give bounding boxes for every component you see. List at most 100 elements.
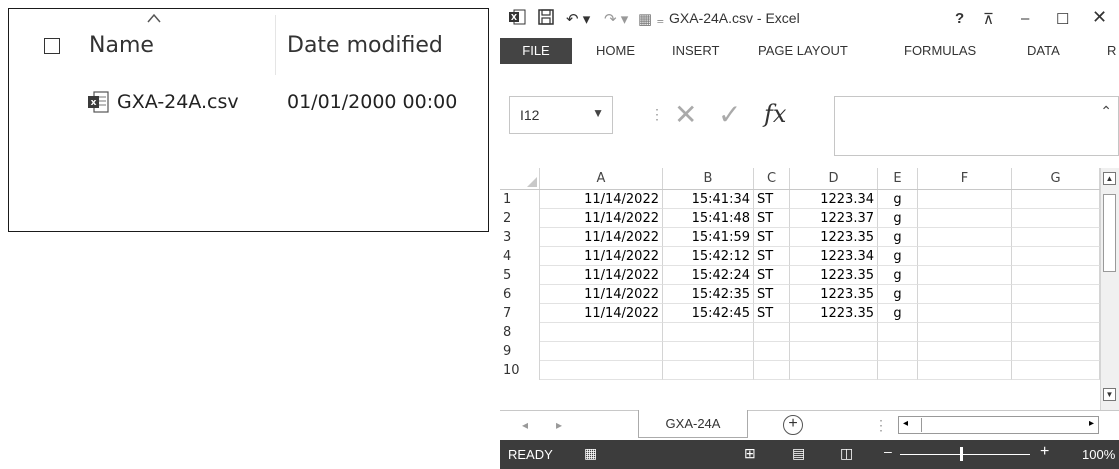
column-header-e[interactable]: E: [878, 168, 918, 189]
cell-a7[interactable]: 11/14/2022: [540, 304, 663, 323]
tab-home[interactable]: HOME: [596, 38, 635, 64]
tab-page-layout[interactable]: PAGE LAYOUT: [758, 38, 848, 64]
name-box[interactable]: I12 ▼: [509, 96, 613, 134]
cell-b1[interactable]: 15:41:34: [663, 190, 754, 209]
row-header[interactable]: 2: [500, 209, 540, 228]
tab-insert[interactable]: INSERT: [672, 38, 719, 64]
row-header[interactable]: 10: [500, 361, 540, 380]
cell-e6[interactable]: g: [878, 285, 918, 304]
row-header[interactable]: 8: [500, 323, 540, 342]
collapse-formula-bar-icon[interactable]: ⌃: [1100, 103, 1112, 120]
cell-b9[interactable]: [663, 342, 754, 361]
tab-data[interactable]: DATA: [1027, 38, 1060, 64]
cell-d6[interactable]: 1223.35: [790, 285, 878, 304]
scroll-down-icon[interactable]: ▼: [1103, 388, 1116, 401]
sheet-tab[interactable]: GXA-24A: [638, 410, 748, 438]
cell-d5[interactable]: 1223.35: [790, 266, 878, 285]
cell-g9[interactable]: [1012, 342, 1100, 361]
scroll-left-icon[interactable]: ◂: [903, 418, 908, 429]
cell-g6[interactable]: [1012, 285, 1100, 304]
zoom-slider-knob[interactable]: [960, 447, 963, 461]
cell-f1[interactable]: [918, 190, 1012, 209]
cell-c2[interactable]: ST: [754, 209, 790, 228]
cell-b6[interactable]: 15:42:35: [663, 285, 754, 304]
normal-view-icon[interactable]: ⊞: [744, 445, 756, 462]
cell-f2[interactable]: [918, 209, 1012, 228]
undo-icon[interactable]: ↶ ▾: [566, 10, 590, 28]
redo-icon[interactable]: ↷ ▾: [604, 10, 628, 28]
cell-b7[interactable]: 15:42:45: [663, 304, 754, 323]
cell-f9[interactable]: [918, 342, 1012, 361]
cell-f5[interactable]: [918, 266, 1012, 285]
cell-c4[interactable]: ST: [754, 247, 790, 266]
chevron-down-icon[interactable]: ▼: [592, 106, 604, 120]
cell-e2[interactable]: g: [878, 209, 918, 228]
cell-d10[interactable]: [790, 361, 878, 380]
cell-a4[interactable]: 11/14/2022: [540, 247, 663, 266]
cell-b8[interactable]: [663, 323, 754, 342]
cell-a5[interactable]: 11/14/2022: [540, 266, 663, 285]
cell-c9[interactable]: [754, 342, 790, 361]
row-header[interactable]: 1: [500, 190, 540, 209]
cell-e9[interactable]: [878, 342, 918, 361]
cell-a2[interactable]: 11/14/2022: [540, 209, 663, 228]
page-layout-view-icon[interactable]: ▤: [792, 445, 805, 462]
horizontal-scrollbar[interactable]: ◂ ▸: [898, 416, 1099, 434]
cell-g4[interactable]: [1012, 247, 1100, 266]
zoom-slider[interactable]: [900, 454, 1030, 455]
cell-g2[interactable]: [1012, 209, 1100, 228]
cell-e5[interactable]: g: [878, 266, 918, 285]
cell-c10[interactable]: [754, 361, 790, 380]
cell-b10[interactable]: [663, 361, 754, 380]
tab-formulas[interactable]: FORMULAS: [904, 38, 976, 64]
cell-a3[interactable]: 11/14/2022: [540, 228, 663, 247]
insert-function-button[interactable]: fx: [764, 100, 786, 128]
row-header[interactable]: 5: [500, 266, 540, 285]
maximize-icon[interactable]: ☐: [1056, 10, 1069, 28]
help-icon[interactable]: ?: [955, 10, 964, 27]
cell-e7[interactable]: g: [878, 304, 918, 323]
excel-app-icon[interactable]: X: [508, 8, 526, 26]
sort-icon[interactable]: ▦ ₌: [638, 10, 664, 28]
cell-e10[interactable]: [878, 361, 918, 380]
cell-d7[interactable]: 1223.35: [790, 304, 878, 323]
cancel-icon[interactable]: ✕: [674, 98, 697, 131]
cell-a8[interactable]: [540, 323, 663, 342]
zoom-out-icon[interactable]: –: [884, 443, 892, 459]
vertical-scrollbar[interactable]: ▲ ▼: [1100, 168, 1119, 410]
tab-split-grip[interactable]: ⋮: [874, 417, 888, 434]
name-column-header[interactable]: Name: [89, 33, 154, 58]
file-name[interactable]: GXA-24A.csv: [117, 91, 239, 113]
cell-f7[interactable]: [918, 304, 1012, 323]
row-header[interactable]: 4: [500, 247, 540, 266]
cell-d3[interactable]: 1223.35: [790, 228, 878, 247]
select-all-checkbox[interactable]: [44, 38, 60, 54]
formula-bar-grip[interactable]: ⋮: [650, 106, 664, 123]
row-header[interactable]: 7: [500, 304, 540, 323]
ribbon-display-icon[interactable]: ⊼: [983, 10, 994, 28]
enter-icon[interactable]: ✓: [718, 98, 741, 131]
column-header-g[interactable]: G: [1012, 168, 1100, 189]
zoom-in-icon[interactable]: +: [1040, 443, 1049, 461]
cell-f3[interactable]: [918, 228, 1012, 247]
cell-d9[interactable]: [790, 342, 878, 361]
sheet-next-icon[interactable]: ▸: [556, 418, 562, 432]
spreadsheet-grid[interactable]: ABCDEFG 1 11/14/2022 15:41:34 ST 1223.34 g 2 11…: [500, 168, 1119, 410]
cell-f8[interactable]: [918, 323, 1012, 342]
macro-record-icon[interactable]: ▦: [584, 445, 597, 462]
sheet-prev-icon[interactable]: ◂: [522, 418, 528, 432]
cell-d4[interactable]: 1223.34: [790, 247, 878, 266]
cell-f6[interactable]: [918, 285, 1012, 304]
select-all-corner[interactable]: [500, 168, 540, 189]
cell-e4[interactable]: g: [878, 247, 918, 266]
row-header[interactable]: 6: [500, 285, 540, 304]
cell-g10[interactable]: [1012, 361, 1100, 380]
cell-f4[interactable]: [918, 247, 1012, 266]
cell-g1[interactable]: [1012, 190, 1100, 209]
column-header-d[interactable]: D: [790, 168, 878, 189]
close-icon[interactable]: ✕: [1092, 7, 1107, 28]
scroll-up-icon[interactable]: ▲: [1103, 172, 1116, 185]
formula-input[interactable]: ⌃: [834, 96, 1119, 156]
cell-b5[interactable]: 15:42:24: [663, 266, 754, 285]
page-break-view-icon[interactable]: ◫: [840, 445, 853, 462]
